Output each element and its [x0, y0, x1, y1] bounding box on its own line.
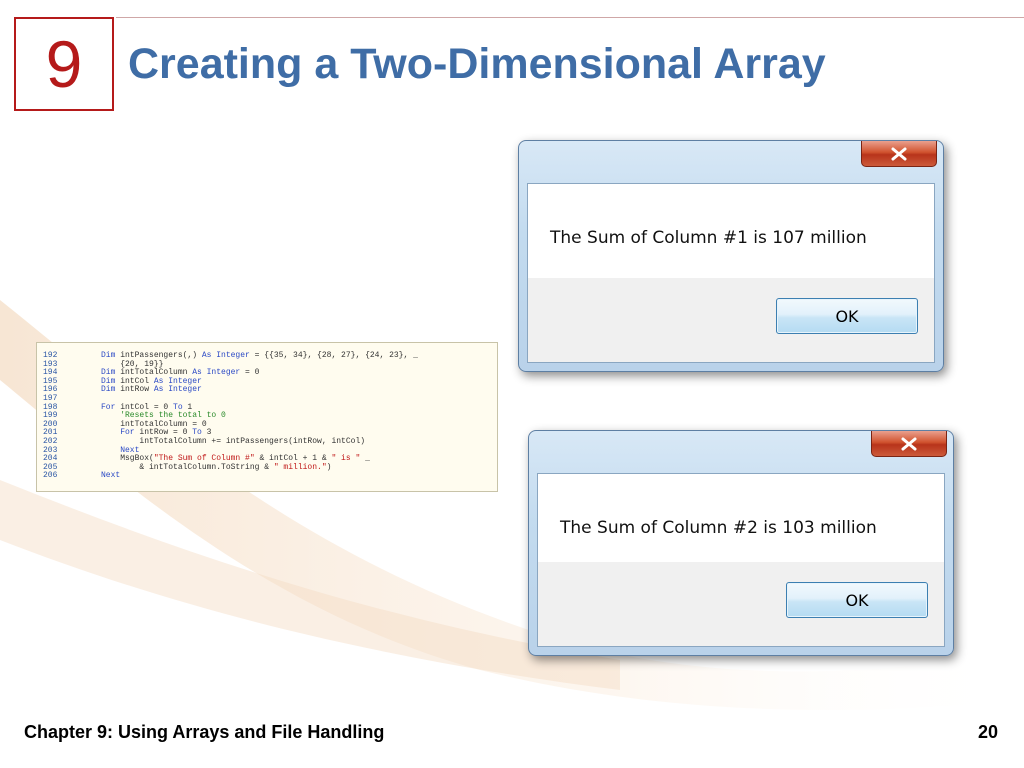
code-line: 196 Dim intRow As Integer — [43, 386, 497, 395]
code-token: As Integer — [153, 385, 202, 395]
code-token: " million." — [273, 462, 327, 472]
line-number: 206 — [43, 471, 58, 481]
code-token: = 0 — [240, 368, 260, 378]
page-number: 20 — [977, 722, 998, 742]
message-text: The Sum of Column #1 is 107 million — [550, 228, 867, 248]
ok-button[interactable]: OK — [776, 298, 918, 334]
footer-chapter-text: Chapter 9: Using Arrays and File Handlin… — [24, 722, 385, 742]
message-footer: OK — [538, 562, 944, 646]
code-token: & intTotalColumn.ToString & — [101, 462, 274, 472]
ok-button[interactable]: OK — [786, 582, 928, 618]
code-token: intRow — [115, 385, 154, 395]
code-token: Next — [101, 471, 121, 481]
code-token: " is " — [331, 454, 361, 464]
message-text: The Sum of Column #2 is 103 million — [560, 518, 877, 538]
code-token: Dim — [101, 385, 116, 395]
code-token: As Integer — [201, 351, 250, 360]
code-token: ) — [326, 462, 332, 472]
code-line: 206 Next — [43, 472, 497, 481]
slide-title: Creating a Two-Dimensional Array — [128, 40, 826, 88]
close-button[interactable] — [861, 141, 937, 167]
code-text: Dim intRow As Integer — [101, 386, 202, 395]
title-rule — [116, 17, 1024, 18]
message-footer: OK — [528, 278, 934, 362]
code-text: Next — [101, 472, 120, 481]
close-x-icon — [891, 147, 907, 160]
chapter-number-box: 9 — [14, 17, 114, 111]
code-token: intTotalColumn += intPassengers(intRow, … — [101, 436, 366, 446]
chapter-number: 9 — [45, 27, 83, 101]
code-token: _ — [360, 454, 370, 464]
code-listing: 192 Dim intPassengers(,) As Integer = {{3… — [36, 342, 498, 492]
message-content: The Sum of Column #1 is 107 million OK — [527, 183, 935, 363]
code-text: intTotalColumn += intPassengers(intRow, … — [101, 436, 366, 447]
message-box-2: The Sum of Column #2 is 103 million OK — [528, 430, 954, 656]
close-button[interactable] — [871, 431, 947, 457]
code-text: & intTotalColumn.ToString & " million.") — [101, 462, 332, 473]
code-token: = {{35, 34}, {28, 27}, {24, 23}, _ — [249, 351, 418, 360]
close-x-icon — [901, 437, 917, 450]
message-box-1: The Sum of Column #1 is 107 million OK — [518, 140, 944, 372]
message-content: The Sum of Column #2 is 103 million OK — [537, 473, 945, 647]
